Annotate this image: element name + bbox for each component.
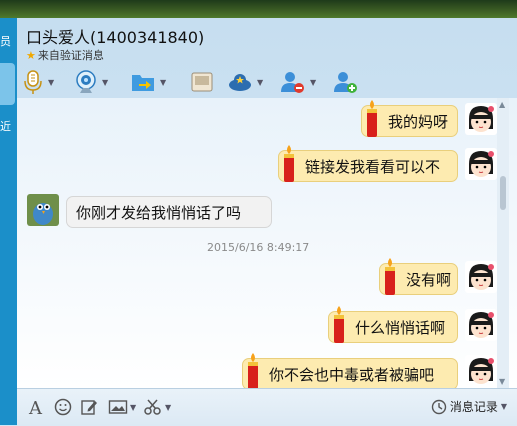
- remote-desktop-button[interactable]: [190, 67, 214, 97]
- font-button[interactable]: A: [27, 396, 45, 418]
- avatar-self[interactable]: [465, 103, 497, 135]
- message-timestamp: 2015/6/16 8:49:17: [207, 241, 310, 254]
- sidebar-char-2: 近: [0, 120, 11, 133]
- message-bubble-self[interactable]: 没有啊: [379, 258, 458, 295]
- clock-icon: [431, 399, 447, 414]
- message-text: 你刚才发给我悄悄话了吗: [76, 204, 242, 222]
- message-bubble-self[interactable]: 你不会也中毒或者被骗吧: [242, 353, 458, 388]
- scrollbar-thumb[interactable]: [500, 176, 506, 210]
- star-icon: ★: [26, 49, 36, 62]
- folder-icon: [132, 75, 154, 91]
- chevron-down-icon[interactable]: ▼: [501, 402, 507, 411]
- avatar-girl-icon: [465, 355, 497, 387]
- image-icon: [108, 400, 128, 414]
- sidebar-char-1: 员: [0, 35, 11, 48]
- image-button[interactable]: ▼: [108, 396, 136, 418]
- message-text: 什么悄悄话啊: [355, 319, 446, 337]
- input-toolbar: A ▼ ▼ 消息记录 ▼: [17, 388, 517, 426]
- message-text: 我的妈呀: [388, 113, 449, 131]
- chevron-down-icon[interactable]: ▼: [102, 78, 108, 87]
- message-history-button[interactable]: 消息记录 ▼: [431, 398, 507, 415]
- chevron-down-icon[interactable]: ▼: [48, 78, 54, 87]
- chevron-down-icon[interactable]: ▼: [130, 403, 136, 412]
- message-bubble-self[interactable]: 我的妈呀: [361, 100, 458, 137]
- message-bubble-contact[interactable]: 你刚才发给我悄悄话了吗: [66, 196, 272, 228]
- candle-icon: [334, 306, 344, 343]
- user-remove-icon: [281, 72, 304, 93]
- candle-icon: [248, 353, 258, 388]
- chevron-down-icon[interactable]: ▼: [257, 78, 263, 87]
- scroll-up-icon[interactable]: ▲: [499, 100, 505, 109]
- contact-title[interactable]: 口头爱人(1400341840): [26, 24, 204, 48]
- candle-icon: [385, 258, 395, 295]
- avatar-self[interactable]: [465, 261, 497, 293]
- sidebar-active-tab[interactable]: [0, 63, 15, 105]
- screenshot-button[interactable]: ▼: [143, 396, 171, 418]
- contact-subtitle: ★ 来自验证消息: [26, 47, 104, 63]
- window-top-strip: [0, 0, 517, 18]
- emoji-button[interactable]: [54, 396, 72, 418]
- message-list[interactable]: 我的妈呀 链接发我看看可以不 你刚才发给我悄悄话了吗 2015/6/16 8:4…: [17, 98, 517, 388]
- edit-button[interactable]: [80, 396, 98, 418]
- avatar-bird-icon: [27, 194, 59, 226]
- avatar-girl-icon: [465, 261, 497, 293]
- chevron-down-icon[interactable]: ▼: [310, 78, 316, 87]
- voice-button[interactable]: ▼: [22, 67, 54, 97]
- edit-icon: [81, 400, 97, 415]
- avatar-girl-icon: [465, 148, 497, 180]
- subtitle-text: 来自验证消息: [37, 49, 104, 62]
- chat-window: 口头爱人(1400341840) ★ 来自验证消息 ▼ ▼ ▼ ▼ ▼ 我的妈呀…: [17, 18, 517, 426]
- avatar-girl-icon: [465, 103, 497, 135]
- avatar-self[interactable]: [465, 148, 497, 180]
- message-text: 链接发我看看可以不: [305, 158, 441, 176]
- avatar-self[interactable]: [465, 309, 497, 341]
- send-file-button[interactable]: ▼: [130, 67, 166, 97]
- message-scrollbar[interactable]: ▲ ▼: [497, 98, 509, 388]
- left-sidebar: 员 近: [0, 18, 17, 425]
- delete-friend-button[interactable]: ▼: [280, 67, 316, 97]
- message-bubble-self[interactable]: 链接发我看看可以不: [278, 145, 458, 182]
- history-label: 消息记录: [449, 400, 498, 414]
- font-icon: A: [28, 398, 43, 417]
- avatar-contact[interactable]: [27, 194, 59, 226]
- chevron-down-icon[interactable]: ▼: [160, 78, 166, 87]
- smiley-icon: [54, 398, 72, 416]
- chat-toolbar: ▼ ▼ ▼ ▼ ▼: [22, 67, 362, 97]
- message-text: 没有啊: [406, 271, 452, 289]
- svg-text:A: A: [28, 398, 43, 417]
- avatar-self[interactable]: [465, 355, 497, 387]
- message-bubble-self[interactable]: 什么悄悄话啊: [328, 306, 458, 343]
- chevron-down-icon[interactable]: ▼: [165, 403, 171, 412]
- video-button[interactable]: ▼: [74, 67, 108, 97]
- microphone-icon: [24, 70, 42, 94]
- user-add-icon: [334, 72, 357, 93]
- add-friend-button[interactable]: [333, 67, 359, 97]
- webcam-icon: [76, 70, 96, 93]
- avatar-girl-icon: [465, 309, 497, 341]
- message-text: 你不会也中毒或者被骗吧: [269, 366, 435, 384]
- scroll-down-icon[interactable]: ▼: [499, 377, 505, 386]
- candle-icon: [284, 145, 294, 182]
- app-icon: [229, 74, 251, 91]
- screen-icon: [191, 72, 213, 92]
- candle-icon: [367, 100, 377, 137]
- apps-button[interactable]: ▼: [227, 67, 263, 97]
- scissors-icon: [144, 399, 161, 415]
